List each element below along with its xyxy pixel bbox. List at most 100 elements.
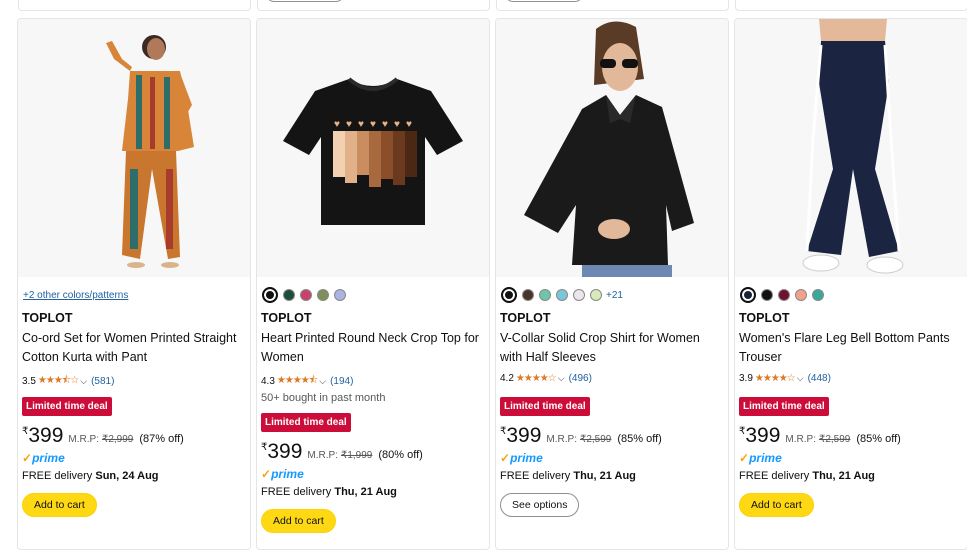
- product-card[interactable]: +21 TOPLOT V-Collar Solid Crop Shirt for…: [495, 18, 729, 550]
- price: 399: [506, 424, 542, 447]
- currency-symbol: ₹: [500, 426, 507, 437]
- color-swatch[interactable]: [795, 289, 807, 301]
- rating-row[interactable]: 3.5 ★★★⯪☆ ⌵ (581): [22, 373, 114, 390]
- add-to-cart-button[interactable]: Add to cart: [22, 493, 97, 517]
- color-swatches: [262, 287, 346, 303]
- previous-row-card: [735, 0, 967, 11]
- chevron-down-icon[interactable]: ⌵: [558, 373, 565, 384]
- svg-text:♥: ♥: [370, 119, 376, 130]
- color-swatch[interactable]: [283, 289, 295, 301]
- product-title[interactable]: V-Collar Solid Crop Shirt for Women with…: [500, 329, 720, 367]
- discount-percent: (87% off): [139, 433, 184, 445]
- price: 399: [267, 440, 303, 463]
- color-swatch[interactable]: [334, 289, 346, 301]
- chevron-down-icon[interactable]: ⌵: [797, 373, 804, 384]
- star-rating-icon: ★★★★☆: [754, 373, 796, 384]
- color-swatch[interactable]: [740, 287, 756, 303]
- mrp-value: ₹2,599: [579, 434, 612, 445]
- rating-row[interactable]: 3.9 ★★★★☆ ⌵ (448): [739, 373, 831, 384]
- product-card[interactable]: +2 other colors/patterns TOPLOT Co-ord S…: [17, 18, 251, 550]
- star-rating-icon: ★★★⯪☆: [37, 375, 79, 386]
- review-count[interactable]: (496): [569, 373, 592, 384]
- price-row: ₹ 399 M.R.P: ₹1,999 (80% off): [261, 440, 423, 464]
- chevron-down-icon[interactable]: ⌵: [80, 376, 87, 387]
- color-swatch[interactable]: [761, 289, 773, 301]
- brand-name: TOPLOT: [261, 311, 312, 325]
- previous-row-card: [496, 0, 729, 11]
- color-swatch[interactable]: [522, 289, 534, 301]
- other-colors-link[interactable]: +2 other colors/patterns: [23, 290, 128, 301]
- rating-value: 3.5: [22, 376, 36, 387]
- limited-deal-badge: Limited time deal: [261, 413, 351, 432]
- color-swatch[interactable]: [778, 289, 790, 301]
- color-swatch[interactable]: [317, 289, 329, 301]
- limited-deal-badge: Limited time deal: [500, 397, 590, 416]
- previous-row-card: [257, 0, 490, 11]
- color-swatch[interactable]: [573, 289, 585, 301]
- color-swatch[interactable]: [556, 289, 568, 301]
- see-options-button[interactable]: See options: [500, 493, 580, 517]
- color-swatch[interactable]: [590, 289, 602, 301]
- product-image[interactable]: [496, 19, 728, 277]
- color-swatch[interactable]: [539, 289, 551, 301]
- limited-deal-badge: Limited time deal: [739, 397, 829, 416]
- price: 399: [745, 424, 781, 447]
- review-count[interactable]: (581): [91, 376, 114, 387]
- star-rating-icon: ★★★★☆: [515, 373, 557, 384]
- currency-symbol: ₹: [22, 426, 29, 437]
- check-icon: ✓: [261, 467, 272, 481]
- delivery-info: FREE delivery Thu, 21 Aug: [500, 470, 636, 482]
- product-image[interactable]: ♥ ♥ ♥ ♥ ♥ ♥ ♥: [257, 19, 489, 277]
- discount-percent: (85% off): [856, 433, 901, 445]
- color-swatches: +21: [501, 287, 623, 303]
- brand-name: TOPLOT: [22, 311, 73, 325]
- product-title[interactable]: Co-ord Set for Women Printed Straight Co…: [22, 329, 242, 367]
- prime-badge: ✓prime: [500, 451, 543, 465]
- add-to-cart-button[interactable]: Add to cart: [739, 493, 814, 517]
- mrp-label: M.R.P:: [68, 434, 99, 445]
- review-count[interactable]: (448): [808, 373, 831, 384]
- add-to-cart-button[interactable]: Add to cart: [261, 509, 336, 533]
- color-swatch[interactable]: [501, 287, 517, 303]
- discount-percent: (80% off): [378, 449, 423, 461]
- color-swatch[interactable]: [300, 289, 312, 301]
- color-swatch[interactable]: [262, 287, 278, 303]
- mrp-value: ₹2,599: [818, 434, 851, 445]
- previous-row-button[interactable]: [266, 0, 344, 2]
- prime-badge: ✓prime: [261, 467, 304, 481]
- product-title[interactable]: Heart Printed Round Neck Crop Top for Wo…: [261, 329, 481, 367]
- rating-row[interactable]: 4.2 ★★★★☆ ⌵ (496): [500, 373, 592, 384]
- color-swatch[interactable]: [812, 289, 824, 301]
- delivery-info: FREE delivery Sun, 24 Aug: [22, 470, 159, 482]
- previous-row-card: [18, 0, 251, 11]
- svg-text:♥: ♥: [358, 119, 364, 130]
- product-image[interactable]: [735, 19, 967, 277]
- discount-percent: (85% off): [617, 433, 662, 445]
- delivery-info: FREE delivery Thu, 21 Aug: [261, 486, 397, 498]
- mrp-value: ₹1,999: [340, 450, 373, 461]
- price: 399: [28, 424, 64, 447]
- svg-text:♥: ♥: [346, 119, 352, 130]
- check-icon: ✓: [22, 451, 33, 465]
- svg-text:♥: ♥: [334, 119, 340, 130]
- more-colors-link[interactable]: +21: [606, 290, 623, 301]
- product-title[interactable]: Women's Flare Leg Bell Bottom Pants Trou…: [739, 329, 959, 367]
- review-count[interactable]: (194): [330, 376, 353, 387]
- product-card[interactable]: ♥ ♥ ♥ ♥ ♥ ♥ ♥ TOPLOT Heart Printed Round Neck…: [256, 18, 490, 550]
- previous-row-button[interactable]: [505, 0, 583, 2]
- rating-row[interactable]: 4.3 ★★★★⯪ ⌵ (194): [261, 373, 353, 390]
- svg-text:♥: ♥: [394, 119, 400, 130]
- mrp-label: M.R.P:: [785, 434, 816, 445]
- brand-name: TOPLOT: [500, 311, 551, 325]
- delivery-info: FREE delivery Thu, 21 Aug: [739, 470, 875, 482]
- mrp-label: M.R.P:: [307, 450, 338, 461]
- chevron-down-icon[interactable]: ⌵: [319, 376, 326, 387]
- price-row: ₹ 399 M.R.P: ₹2,999 (87% off): [22, 424, 184, 448]
- prime-badge: ✓prime: [739, 451, 782, 465]
- limited-deal-badge: Limited time deal: [22, 397, 112, 416]
- color-swatches: [740, 287, 824, 303]
- rating-value: 3.9: [739, 373, 753, 384]
- product-image[interactable]: [18, 19, 250, 277]
- currency-symbol: ₹: [739, 426, 746, 437]
- product-card[interactable]: TOPLOT Women's Flare Leg Bell Bottom Pan…: [734, 18, 967, 550]
